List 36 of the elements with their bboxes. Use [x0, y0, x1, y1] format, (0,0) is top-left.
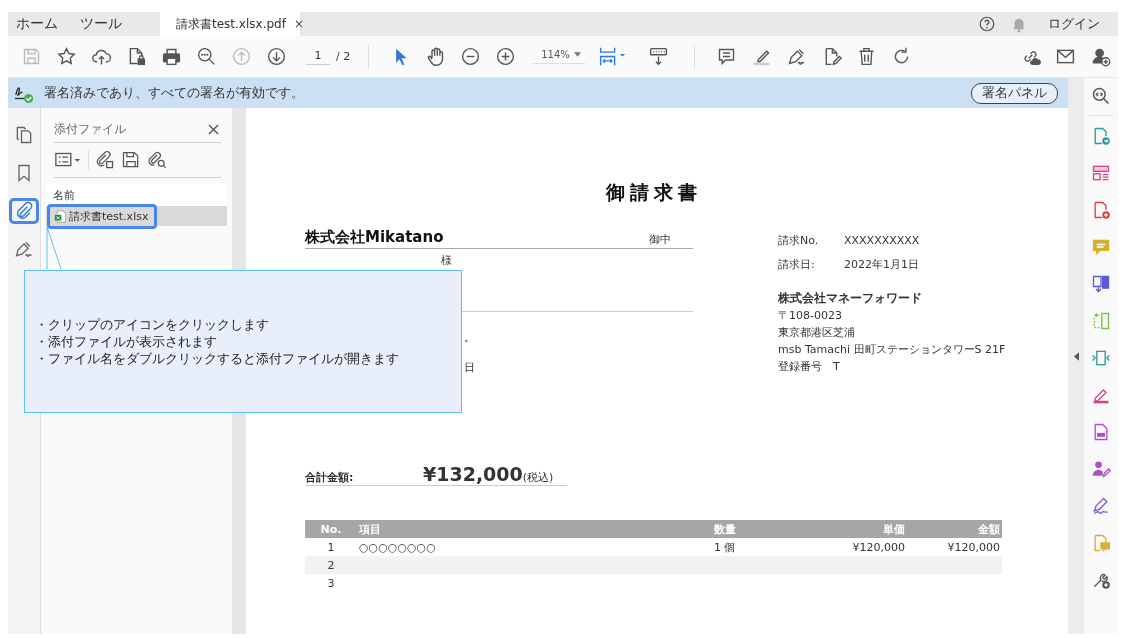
total-label: 合計金額: [305, 470, 355, 485]
table-cell-text: 2 [326, 558, 336, 572]
issuer-address: 東京都港区芝浦 [778, 325, 856, 341]
text-fragment: 日 [464, 361, 475, 374]
table-cell-text: 1 個 [713, 539, 737, 555]
issuer-address: 〒108-0023 [778, 308, 843, 324]
honorific: 御中 [649, 232, 671, 247]
field-value: XXXXXXXXXX [844, 233, 920, 247]
table-cell-text: 1 [326, 540, 336, 554]
panel-title: 添付ファイル [54, 120, 126, 138]
column-header: 名前 [53, 188, 75, 203]
page-total: / 2 [336, 50, 351, 63]
document-title: 御請求書 [604, 180, 703, 205]
table-cell-text: 3 [326, 576, 336, 590]
signature-status-text: 署名済みであり、すべての署名が有効です。 [44, 84, 304, 102]
callout-text: ・添付ファイルが表示されます [35, 333, 218, 350]
text-fragment: 。 [464, 331, 475, 344]
callout-text: ・ファイル名をダブルクリックすると添付ファイルが開きます [35, 350, 400, 367]
column-header: 金額 [977, 521, 1001, 537]
column-header: 単価 [882, 521, 906, 537]
table-cell-text: ¥120,000 [946, 540, 1001, 554]
total-amount: ¥132,000 [423, 463, 523, 485]
table-cell-text: ¥120,000 [851, 540, 906, 554]
callout-text: ・クリップのアイコンをクリックします [35, 316, 270, 333]
table-cell-text: ○○○○○○○○ [358, 540, 437, 554]
field-value: 2022年1月1日 [844, 256, 919, 272]
field-label: 請求日: [778, 256, 816, 272]
issuer-address: 登録番号 T [778, 359, 841, 375]
customer-name: 株式会社Mikatano [305, 228, 444, 247]
issuer-name: 株式会社マネーフォワード [778, 290, 923, 307]
column-header: No. [319, 522, 343, 536]
field-label: 請求No. [778, 232, 820, 248]
column-header: 項目 [358, 521, 382, 537]
column-header: 数量 [713, 521, 737, 537]
tax-note: (税込) [522, 471, 554, 485]
honorific: 様 [441, 254, 452, 267]
